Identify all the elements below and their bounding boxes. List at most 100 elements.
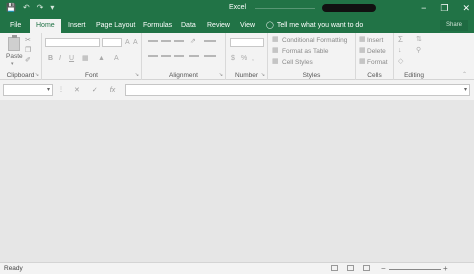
cells-group: ▦ Insert ▦ Delete ▦ Format Cells bbox=[356, 33, 394, 80]
page-layout-view-icon[interactable] bbox=[347, 265, 354, 271]
wrap-text-icon[interactable] bbox=[204, 40, 216, 42]
conditional-formatting-icon: ▦ bbox=[272, 36, 279, 43]
zoom-slider[interactable] bbox=[389, 269, 441, 270]
align-bottom-icon[interactable] bbox=[174, 40, 184, 42]
currency-button[interactable]: $ bbox=[231, 55, 235, 63]
chevron-down-icon[interactable]: ▾ bbox=[11, 61, 14, 67]
resize-handle-icon[interactable]: ⋮ bbox=[58, 86, 64, 93]
merge-center-icon[interactable] bbox=[204, 55, 216, 57]
formula-bar: ▾ ⋮ ✕ ✓ fx ▾ bbox=[0, 80, 474, 100]
chevron-down-icon[interactable]: ▾ bbox=[50, 3, 54, 13]
share-button[interactable]: Share bbox=[440, 20, 468, 31]
paste-button[interactable]: Paste bbox=[6, 53, 23, 60]
sort-filter-icon[interactable]: ⇅ bbox=[416, 36, 422, 44]
tab-formulas[interactable]: Formulas bbox=[137, 19, 178, 33]
insert-cells-button[interactable]: Insert bbox=[367, 37, 383, 44]
number-group: $ % , Number ↘ bbox=[226, 33, 268, 80]
account-name-redacted[interactable] bbox=[322, 4, 376, 12]
formula-input[interactable]: ▾ bbox=[125, 84, 470, 96]
insert-function-button[interactable]: fx bbox=[110, 87, 115, 94]
font-size-input[interactable] bbox=[102, 38, 122, 47]
dialog-launcher-icon[interactable]: ↘ bbox=[135, 72, 139, 78]
align-top-icon[interactable] bbox=[148, 40, 158, 42]
save-icon[interactable]: 💾 bbox=[6, 3, 16, 13]
quick-access-toolbar: 💾 ↶ ↷ ▾ bbox=[6, 3, 54, 13]
restore-button[interactable]: ❐ bbox=[440, 2, 448, 14]
close-button[interactable]: ✕ bbox=[462, 2, 470, 14]
cancel-entry-button[interactable]: ✕ bbox=[74, 86, 80, 94]
ribbon: Paste ▾ ✂ ❐ ✐ Clipboard ↘ A A B I U ▦ ▲ … bbox=[0, 33, 474, 80]
undo-icon[interactable]: ↶ bbox=[23, 3, 30, 13]
normal-view-icon[interactable] bbox=[331, 265, 338, 271]
tab-view[interactable]: View bbox=[234, 19, 261, 33]
font-group: A A B I U ▦ ▲ A Font ↘ bbox=[42, 33, 142, 80]
name-box[interactable]: ▾ bbox=[3, 84, 53, 96]
tab-review[interactable]: Review bbox=[201, 19, 236, 33]
ribbon-tab-bar: File Home Insert Page Layout Formulas Da… bbox=[0, 17, 474, 33]
tab-data[interactable]: Data bbox=[175, 19, 202, 33]
confirm-entry-button[interactable]: ✓ bbox=[92, 86, 98, 94]
expand-formula-bar-icon[interactable]: ▾ bbox=[464, 86, 467, 93]
zoom-in-button[interactable]: + bbox=[443, 264, 448, 273]
find-select-icon[interactable]: ⚲ bbox=[416, 47, 421, 55]
status-bar: Ready − + bbox=[0, 262, 474, 274]
paste-icon[interactable] bbox=[8, 35, 20, 51]
indent-icon[interactable] bbox=[189, 55, 199, 57]
autosum-button[interactable]: Σ bbox=[398, 36, 403, 44]
redo-icon[interactable]: ↷ bbox=[37, 3, 44, 13]
borders-icon[interactable]: ▦ bbox=[82, 55, 89, 63]
fill-icon[interactable]: ↓ bbox=[398, 47, 402, 55]
tab-page-layout[interactable]: Page Layout bbox=[90, 19, 141, 33]
cells-group-label: Cells bbox=[367, 72, 382, 79]
align-middle-icon[interactable] bbox=[161, 40, 171, 42]
cut-icon[interactable]: ✂ bbox=[25, 36, 31, 44]
format-cells-button[interactable]: Format bbox=[367, 59, 388, 66]
formula-buttons: ✕ ✓ fx bbox=[66, 84, 124, 96]
cell-styles-button[interactable]: Cell Styles bbox=[282, 59, 313, 66]
format-painter-icon[interactable]: ✐ bbox=[25, 56, 31, 64]
dialog-launcher-icon[interactable]: ↘ bbox=[219, 72, 223, 78]
window-title: Excel bbox=[229, 4, 247, 11]
font-group-label: Font bbox=[84, 72, 98, 79]
grow-font-icon[interactable]: A bbox=[125, 39, 130, 47]
view-buttons bbox=[331, 265, 370, 271]
chevron-down-icon[interactable]: ▾ bbox=[47, 86, 50, 93]
collapse-ribbon-icon[interactable]: ⌃ bbox=[462, 71, 467, 79]
number-format-select[interactable] bbox=[230, 38, 264, 47]
font-name-input[interactable] bbox=[45, 38, 100, 47]
dialog-launcher-icon[interactable]: ↘ bbox=[35, 72, 39, 78]
align-right-icon[interactable] bbox=[174, 55, 184, 57]
clear-icon[interactable]: ◇ bbox=[398, 58, 403, 66]
lightbulb-icon: ◯ bbox=[266, 22, 274, 29]
alignment-group-label: Alignment bbox=[169, 72, 198, 79]
delete-cells-button[interactable]: Delete bbox=[367, 48, 386, 55]
copy-icon[interactable]: ❐ bbox=[25, 46, 31, 54]
shrink-font-icon[interactable]: A bbox=[133, 39, 138, 47]
underline-button[interactable]: U bbox=[69, 55, 74, 63]
zoom-out-button[interactable]: − bbox=[381, 264, 386, 273]
tab-home[interactable]: Home bbox=[30, 19, 61, 33]
percent-button[interactable]: % bbox=[241, 55, 247, 63]
align-left-icon[interactable] bbox=[148, 55, 158, 57]
tell-me-box[interactable]: ◯ Tell me what you want to do bbox=[266, 19, 363, 33]
format-cells-icon: ▦ bbox=[359, 58, 366, 65]
fill-color-icon[interactable]: ▲ bbox=[98, 55, 105, 63]
minimize-button[interactable]: − bbox=[421, 2, 426, 14]
comma-button[interactable]: , bbox=[252, 55, 254, 63]
dialog-launcher-icon[interactable]: ↘ bbox=[261, 72, 265, 78]
window-controls: − ❐ ✕ bbox=[421, 2, 470, 14]
alignment-group: ⇗ Alignment ↘ bbox=[142, 33, 226, 80]
bold-button[interactable]: B bbox=[48, 55, 53, 63]
tab-insert[interactable]: Insert bbox=[62, 19, 92, 33]
format-as-table-button[interactable]: Format as Table bbox=[282, 48, 328, 55]
font-color-icon[interactable]: A bbox=[114, 55, 119, 63]
tell-me-text: Tell me what you want to do bbox=[276, 22, 364, 29]
align-center-icon[interactable] bbox=[161, 55, 171, 57]
page-break-view-icon[interactable] bbox=[363, 265, 370, 271]
conditional-formatting-button[interactable]: Conditional Formatting bbox=[282, 37, 347, 44]
tab-file[interactable]: File bbox=[4, 19, 27, 33]
orientation-icon[interactable]: ⇗ bbox=[190, 38, 196, 46]
delete-cells-icon: ▦ bbox=[359, 47, 366, 54]
italic-button[interactable]: I bbox=[59, 55, 61, 63]
styles-group-label: Styles bbox=[302, 72, 321, 79]
